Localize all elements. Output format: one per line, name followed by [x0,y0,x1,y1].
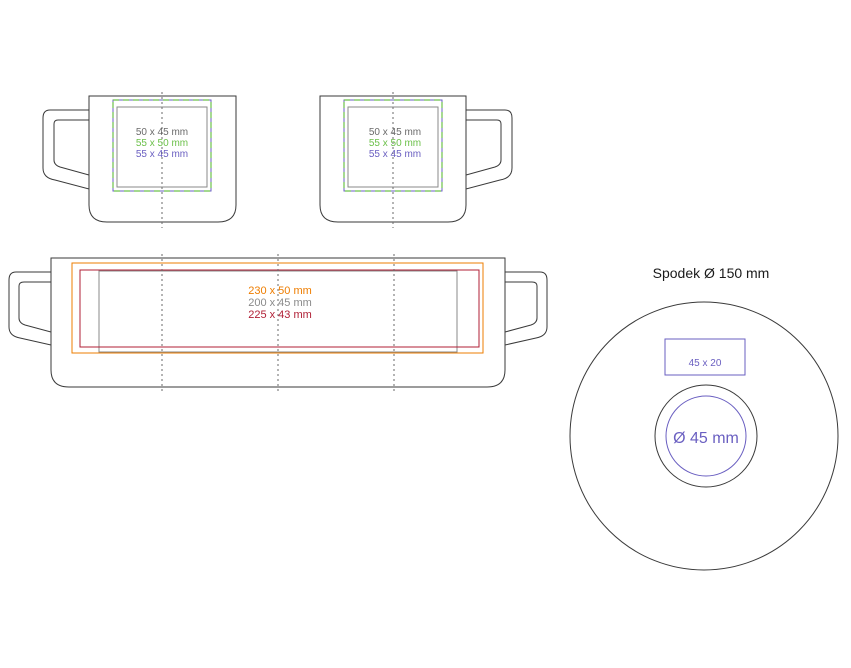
mug-wrap-body [50,257,506,388]
mug-left-label-3: 55 x 45 mm [136,149,188,160]
mug-right-label-3: 55 x 45 mm [369,149,421,160]
mug-wrap-label-2: 200 x 45 mm [248,297,312,309]
mug-wrap-label-1: 230 x 50 mm [248,285,312,297]
mug-wrap-handle-right [504,271,548,346]
technical-drawing: 50 x 45 mm 55 x 50 mm 55 x 45 mm 50 x 45… [8,92,839,571]
mug-right-label-2: 55 x 50 mm [369,138,421,149]
mug-wrap-label-3: 225 x 43 mm [248,309,312,321]
saucer-circle-label: Ø 45 mm [673,430,739,447]
mug-wrap-view: 230 x 50 mm 200 x 45 mm 225 x 43 mm [8,254,548,392]
mug-right-handle [465,109,513,190]
saucer-print-area-label: 45 x 20 [689,358,722,369]
saucer-title: Spodek Ø 150 mm [653,265,770,281]
mug-wrap-handle-left [8,271,52,346]
saucer-view: Spodek Ø 150 mm 45 x 20 Ø 45 mm [569,265,839,571]
mug-left-view: 50 x 45 mm 55 x 50 mm 55 x 45 mm [42,92,237,228]
mug-right-label-1: 50 x 45 mm [369,127,421,138]
mug-right-view: 50 x 45 mm 55 x 50 mm 55 x 45 mm [319,92,513,228]
mug-left-label-2: 55 x 50 mm [136,138,188,149]
mug-left-label-1: 50 x 45 mm [136,127,188,138]
mug-left-handle [42,109,90,190]
